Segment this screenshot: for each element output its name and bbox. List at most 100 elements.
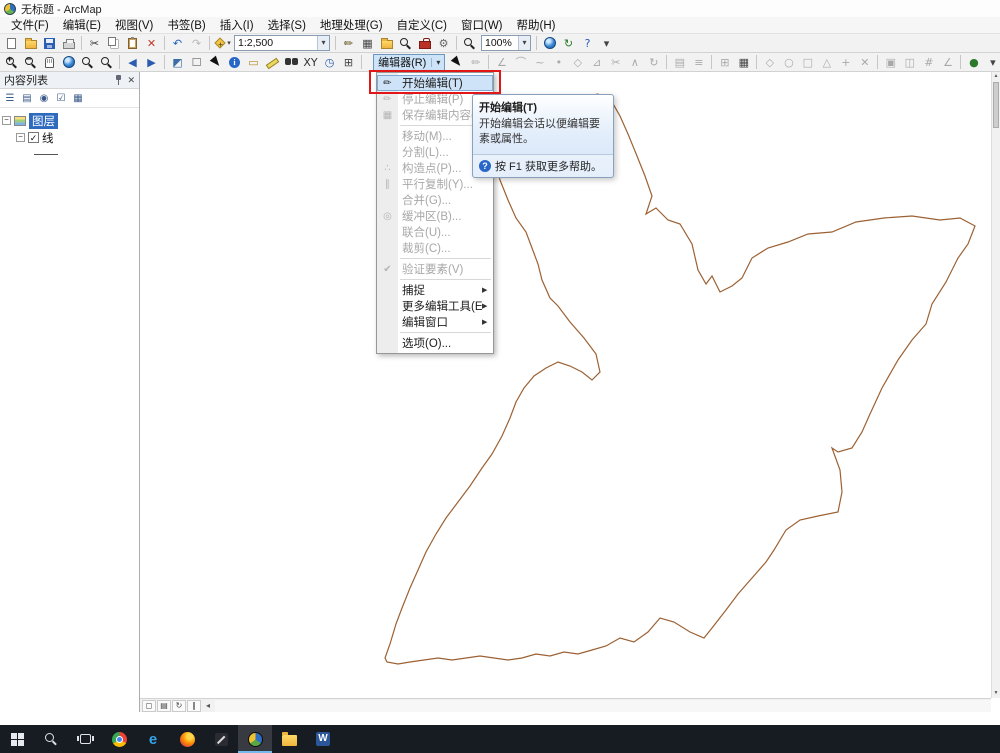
editor-toolbar-toggle-button[interactable]: ✏ (340, 35, 358, 52)
open-button[interactable] (22, 35, 40, 52)
straight-segment-button[interactable]: ∠ (493, 54, 511, 71)
editor-menu-item-buffer[interactable]: ◎缓冲区(B)... (377, 208, 493, 224)
close-icon[interactable]: ✕ (127, 75, 135, 86)
list-by-selection-button[interactable]: ☑ (53, 90, 69, 106)
edge-button[interactable] (136, 725, 170, 753)
measure-button[interactable] (264, 54, 282, 71)
menu-item-insert[interactable]: 插入(I) (213, 16, 261, 34)
find-button[interactable] (283, 54, 301, 71)
editor-menu-item-snapping[interactable]: 捕捉▶ (377, 282, 493, 298)
trace-button[interactable]: ~ (531, 54, 549, 71)
edit-tool-button[interactable] (448, 54, 466, 71)
new-map-button[interactable] (3, 35, 21, 52)
tree-row-line-layer[interactable]: − ✓ 线 (2, 129, 137, 146)
menu-item-selection[interactable]: 选择(S) (261, 16, 313, 34)
chevron-down-icon[interactable]: ▾ (518, 36, 530, 50)
fixed-zoom-out-button[interactable] (98, 54, 116, 71)
save-button[interactable] (41, 35, 59, 52)
menu-item-view[interactable]: 视图(V) (108, 16, 160, 34)
menu-item-edit[interactable]: 编辑(E) (56, 16, 108, 34)
zoom-in-button[interactable] (3, 54, 21, 71)
create-features-button[interactable]: ▦ (735, 54, 753, 71)
tree-row-layers[interactable]: − 图层 (2, 112, 137, 129)
select-features-button[interactable]: ◩ (169, 54, 187, 71)
toc-options-button[interactable]: ▦ (70, 90, 86, 106)
scroll-down-icon[interactable]: ▼ (992, 689, 1000, 698)
advanced-editing-button[interactable]: # (920, 54, 938, 71)
collapse-icon[interactable]: − (16, 133, 25, 142)
chevron-down-icon[interactable]: ▾ (317, 36, 329, 50)
firefox-button[interactable] (170, 725, 204, 753)
help-button[interactable]: ? (579, 35, 597, 52)
line-layer-label[interactable]: 线 (42, 130, 54, 146)
map-scale-combo[interactable]: 1:2,500▾ (234, 35, 330, 51)
fixed-zoom-in-button[interactable] (79, 54, 97, 71)
construction-tool-6-button[interactable]: ✕ (856, 54, 874, 71)
menu-item-file[interactable]: 文件(F) (4, 16, 56, 34)
pause-drawing-button[interactable]: ∥ (187, 700, 201, 712)
forward-extent-button[interactable]: ▶ (143, 54, 161, 71)
attributes-button[interactable]: ▤ (671, 54, 689, 71)
topology-edit-button[interactable]: ▣ (882, 54, 900, 71)
construction-tool-2-button[interactable]: ○ (780, 54, 798, 71)
layer-visibility-checkbox[interactable]: ✓ (28, 132, 39, 143)
clear-selection-button[interactable]: ☐ (188, 54, 206, 71)
reshape-feature-button[interactable]: ⊿ (588, 54, 606, 71)
zoom-window-button[interactable] (461, 35, 479, 52)
file-explorer-button[interactable] (272, 725, 306, 753)
split-tool-button[interactable]: ∧ (626, 54, 644, 71)
full-extent-button[interactable] (60, 54, 78, 71)
refresh-view-button[interactable]: ↻ (172, 700, 186, 712)
list-by-drawing-order-button[interactable]: ☰ (2, 90, 18, 106)
layers-root-label[interactable]: 图层 (29, 113, 58, 129)
menu-item-customize[interactable]: 自定义(C) (390, 16, 454, 34)
add-data-button[interactable]: ▾ (214, 35, 232, 52)
task-view-button[interactable] (68, 725, 102, 753)
vertical-scrollbar[interactable]: ▲ ▼ (991, 72, 1000, 698)
model-builder-button[interactable]: ⚙ (435, 35, 453, 52)
cut-polygons-button[interactable]: ✂ (607, 54, 625, 71)
data-view-button[interactable]: ◻ (142, 700, 156, 712)
collapse-icon[interactable]: − (2, 116, 11, 125)
pan-button[interactable] (41, 54, 59, 71)
vertical-scroll-thumb[interactable] (993, 82, 999, 128)
copy-button[interactable] (105, 35, 123, 52)
print-button[interactable] (60, 35, 78, 52)
editor-menu-item-validate-features[interactable]: ✔验证要素(V) (377, 261, 493, 277)
editor-menu-item-merge[interactable]: 合并(G)... (377, 192, 493, 208)
editor-menu-item-more-editing-tools[interactable]: 更多编辑工具(E)▶ (377, 298, 493, 314)
pin-icon[interactable] (115, 75, 122, 86)
editor-menu-item-copy-parallel[interactable]: ∥平行复制(Y)... (377, 176, 493, 192)
horizontal-scrollbar[interactable] (215, 700, 991, 712)
tree-row-line-symbol[interactable] (2, 146, 137, 163)
refresh-map-button[interactable]: ↻ (560, 35, 578, 52)
arcmap-button[interactable] (238, 725, 272, 753)
search-button[interactable] (34, 725, 68, 753)
editor-dropdown-button[interactable]: 编辑器(R) ▾ (373, 54, 445, 71)
cogo-button[interactable]: ∠ (939, 54, 957, 71)
menu-item-help[interactable]: 帮助(H) (510, 16, 563, 34)
snapping-toolbar-button[interactable]: ⊞ (716, 54, 734, 71)
back-extent-button[interactable]: ◀ (124, 54, 142, 71)
add-basemap-button[interactable] (541, 35, 559, 52)
tools-overflow-button[interactable]: ▾ (984, 54, 998, 71)
editor-menu-item-editing-windows[interactable]: 编辑窗口▶ (377, 314, 493, 330)
undo-button[interactable]: ↶ (169, 35, 187, 52)
more-tools-button[interactable]: ● (965, 54, 983, 71)
html-popup-button[interactable]: ▭ (245, 54, 263, 71)
zoom-out-button[interactable] (22, 54, 40, 71)
rotate-tool-button[interactable]: ↻ (645, 54, 663, 71)
redo-button[interactable]: ↷ (188, 35, 206, 52)
start-button[interactable] (0, 725, 34, 753)
layout-view-button[interactable]: ▤ (157, 700, 171, 712)
scroll-up-icon[interactable]: ▲ (992, 72, 1000, 81)
editor-menu-item-union[interactable]: 联合(U)... (377, 224, 493, 240)
edit-vertices-button[interactable]: ◇ (569, 54, 587, 71)
list-by-source-button[interactable]: ▤ (19, 90, 35, 106)
time-slider-button[interactable]: ◷ (321, 54, 339, 71)
sketch-properties-button[interactable]: ≡ (690, 54, 708, 71)
delete-button[interactable]: ✕ (143, 35, 161, 52)
arctoolbox-button[interactable] (416, 35, 434, 52)
go-to-xy-button[interactable]: XY (302, 54, 320, 71)
search-window-button[interactable] (397, 35, 415, 52)
